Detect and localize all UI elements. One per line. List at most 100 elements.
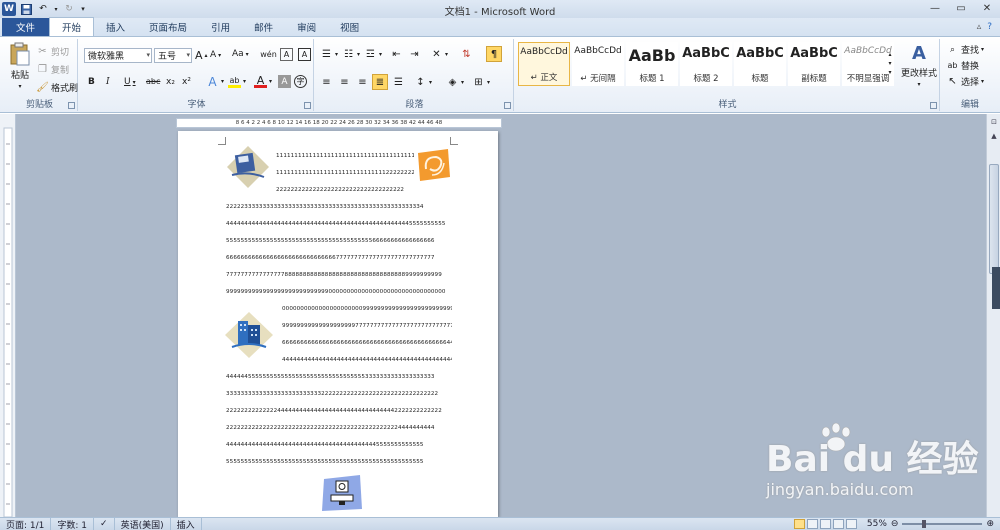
draft-view-icon[interactable] [845, 519, 857, 529]
zoom-out-icon[interactable]: ⊖ [891, 519, 899, 529]
line-spacing-button[interactable]: ↕ ▾ [414, 76, 432, 89]
char-border-button[interactable]: A [298, 48, 311, 61]
style-no-spacing[interactable]: AaBbCcDd ↵ 无间隔 [572, 42, 624, 86]
paste-dropdown-icon[interactable]: ▾ [18, 83, 21, 90]
phonetic-guide-button[interactable]: wén [260, 48, 277, 61]
ruler-toggle-icon[interactable]: ⊡ [988, 116, 1000, 127]
chinese-layout-button[interactable]: ✕ ▾ [430, 48, 448, 61]
enclose-char-button[interactable]: 字 [294, 75, 307, 88]
align-center-button[interactable]: ≡ [338, 76, 351, 89]
change-case-button[interactable]: Aa ▾ [232, 49, 249, 59]
decrease-indent-button[interactable]: ⇤ [390, 48, 403, 61]
full-screen-reading-icon[interactable] [806, 519, 818, 529]
justify-button[interactable]: ≣ [372, 74, 388, 90]
style-normal[interactable]: AaBbCcDd ↵ 正文 [518, 42, 570, 86]
document-page[interactable]: 111111111111111111111111111111111111111 … [178, 131, 498, 517]
superscript-button[interactable]: x² [182, 77, 191, 87]
scroll-up-icon[interactable]: ▲ [988, 130, 1000, 141]
customize-qat-icon[interactable]: ▾ [79, 2, 87, 16]
chevron-down-icon[interactable]: ▾ [186, 49, 190, 62]
underline-button[interactable]: U ▾ [124, 77, 136, 87]
word-count[interactable]: 字数: 1 [51, 518, 95, 530]
tab-file[interactable]: 文件 [2, 18, 50, 36]
align-right-button[interactable]: ≡ [356, 76, 369, 89]
undo-dropdown-icon[interactable]: ▾ [53, 2, 59, 16]
insert-mode[interactable]: 插入 [171, 518, 202, 530]
strikethrough-button[interactable]: abc [146, 77, 160, 86]
style-subtle-emphasis[interactable]: AaBbCcDd 不明显强调 [842, 42, 894, 86]
tab-review[interactable]: 审阅 [285, 18, 328, 36]
style-title[interactable]: AaBbC 标题 [734, 42, 786, 86]
undo-icon[interactable]: ↶ [36, 2, 50, 16]
zoom-in-icon[interactable]: ⊕ [986, 519, 994, 529]
zoom-level[interactable]: 55% [867, 519, 887, 529]
styles-launcher-icon[interactable] [930, 102, 937, 109]
tab-mailings[interactable]: 邮件 [242, 18, 285, 36]
minimize-icon[interactable]: — [922, 0, 948, 16]
tab-insert[interactable]: 插入 [94, 18, 137, 36]
scroll-thumb[interactable] [989, 164, 999, 274]
font-size-combo[interactable]: 五号 ▾ [154, 48, 192, 63]
bold-button[interactable]: B [88, 77, 95, 87]
paragraph-launcher-icon[interactable] [504, 102, 511, 109]
word-logo-icon[interactable]: W [2, 2, 16, 16]
language-indicator[interactable]: 英语(美国) [115, 518, 171, 530]
font-launcher-icon[interactable] [304, 102, 311, 109]
tab-references[interactable]: 引用 [199, 18, 242, 36]
save-icon[interactable] [19, 2, 33, 16]
sort-button[interactable]: ⇅ [460, 48, 473, 61]
style-subtitle[interactable]: AaBbC 副标题 [788, 42, 840, 86]
redo-icon[interactable]: ↻ [62, 2, 76, 16]
align-left-button[interactable]: ≡ [320, 76, 333, 89]
shrink-font-button[interactable]: A ▾ [210, 50, 221, 60]
print-layout-view-icon[interactable] [793, 519, 805, 529]
style-heading-2[interactable]: AaBbC 标题 2 [680, 42, 732, 86]
chevron-down-icon[interactable]: ▾ [146, 49, 150, 62]
numbering-button[interactable]: ☷ ▾ [342, 48, 360, 61]
increase-indent-button[interactable]: ⇥ [408, 48, 421, 61]
tab-view[interactable]: 视图 [328, 18, 371, 36]
tab-home[interactable]: 开始 [49, 17, 95, 36]
borders-button[interactable]: ⊞ ▾ [472, 76, 490, 89]
vertical-scrollbar[interactable]: ⊡ ▲ [986, 114, 1000, 517]
cut-button[interactable]: ✂ 剪切 [36, 45, 69, 58]
highlight-button[interactable]: ab ▾ [228, 75, 246, 88]
subscript-button[interactable]: x₂ [166, 77, 175, 87]
side-panel-tab[interactable] [992, 267, 1000, 309]
distributed-button[interactable]: ☰ [392, 76, 405, 89]
grow-font-button[interactable]: A ▴ [195, 49, 208, 62]
tab-page-layout[interactable]: 页面布局 [137, 18, 199, 36]
horizontal-ruler[interactable]: 8 6 4 2 2 4 6 8 10 12 14 16 18 20 22 24 … [176, 118, 502, 128]
styles-scroll[interactable]: ▴ ▾ ▾ [888, 51, 892, 76]
zoom-slider[interactable] [902, 520, 983, 528]
vertical-ruler[interactable] [0, 114, 16, 517]
italic-button[interactable]: I [106, 77, 110, 87]
help-icon[interactable]: ? [987, 22, 992, 32]
clear-format-button[interactable]: A [280, 48, 293, 61]
page-count[interactable]: 页面: 1/1 [0, 518, 52, 530]
replace-button[interactable]: ab 替换 [946, 59, 980, 72]
maximize-icon[interactable]: ▭ [948, 0, 974, 16]
bullets-button[interactable]: ☰ ▾ [320, 48, 338, 61]
zoom-slider-thumb[interactable] [922, 520, 927, 528]
find-button[interactable]: ⌕ 查找 ▾ [946, 43, 984, 57]
font-name-combo[interactable]: 微软雅黑 ▾ [84, 48, 152, 63]
paste-button[interactable]: 粘贴 ▾ [6, 42, 34, 90]
style-heading-1[interactable]: AaBb 标题 1 [626, 42, 678, 86]
proofing-icon[interactable]: ✓ [94, 518, 115, 530]
copy-button[interactable]: ❐ 复制 [36, 63, 69, 76]
format-painter-button[interactable]: 🖌 格式刷 [36, 81, 78, 94]
minimize-ribbon-icon[interactable]: ▵ [977, 22, 982, 32]
change-styles-button[interactable]: A 更改样式 ▾ [900, 43, 938, 88]
multilevel-list-button[interactable]: ☲ ▾ [364, 48, 382, 61]
close-icon[interactable]: ✕ [974, 0, 1000, 16]
text-effects-button[interactable]: A ▾ [206, 75, 224, 89]
font-color-button[interactable]: A ▾ [254, 74, 272, 88]
shading-button[interactable]: ◈ ▾ [446, 76, 464, 89]
select-button[interactable]: ↖ 选择 ▾ [946, 75, 984, 88]
show-marks-button[interactable]: ¶ [486, 46, 502, 62]
char-shading-button[interactable]: A [278, 75, 291, 88]
web-layout-icon[interactable] [819, 519, 831, 529]
outline-view-icon[interactable] [832, 519, 844, 529]
clipboard-launcher-icon[interactable] [68, 102, 75, 109]
